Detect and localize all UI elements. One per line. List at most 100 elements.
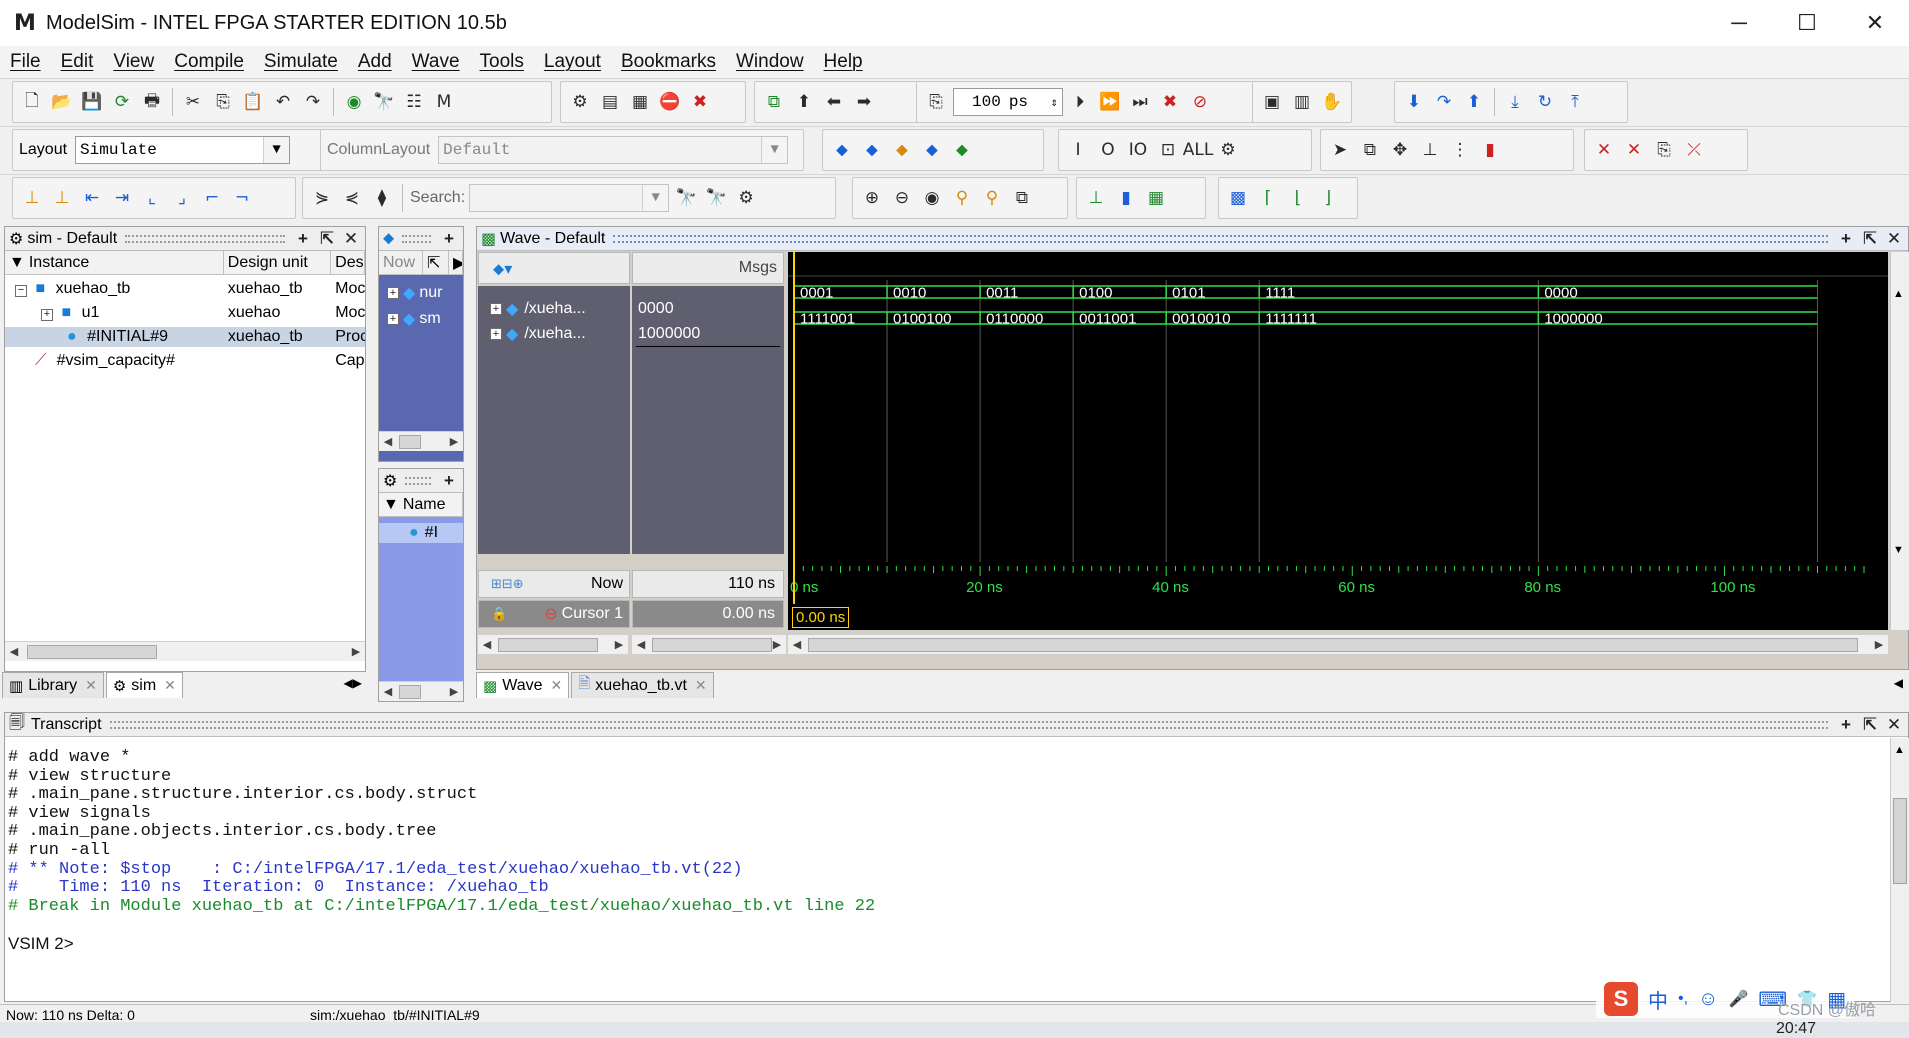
chevron-right-icon[interactable]: ▶ [449,251,463,274]
tab-scroll-icon[interactable]: ◀▶ [344,676,362,690]
scroll-right-icon[interactable]: ▶ [445,433,463,451]
layout-select[interactable]: Simulate ▼ [75,136,291,164]
undock-button[interactable]: ⇱ [1860,229,1880,249]
scroll-left-icon[interactable]: ◀ [5,643,23,661]
menu-edit[interactable]: Edit [61,51,94,73]
wave-fill-icon[interactable]: ▦ [1143,185,1169,211]
menu-view[interactable]: View [113,51,154,73]
scroll-up-icon[interactable]: ▲ [1893,288,1904,300]
collapse-icon[interactable]: − [15,284,27,297]
add-panel-button[interactable]: + [1836,229,1856,249]
processes-hscroll[interactable]: ◀ ▶ [379,681,463,701]
transcript-vscroll[interactable]: ▲ [1890,738,1909,1002]
wave-right-icon[interactable]: ⌋ [1315,185,1341,211]
waveform-svg[interactable]: 0001 0010 0011 0100 0101 1111 0000 1111001 01001… [788,252,1888,630]
menu-simulate[interactable]: Simulate [264,51,338,73]
wave-vscroll[interactable]: ▲ ▼ [1890,252,1909,630]
column-instance[interactable]: ▼ Instance [5,251,224,274]
panel-grip[interactable] [402,234,431,243]
column-layout-select[interactable]: Default ▼ [438,136,789,164]
delete-cursor-icon[interactable]: ✕ [1591,137,1617,163]
internal-filter-icon[interactable]: ⊡ [1155,137,1181,163]
move-icon[interactable]: ✥ [1387,137,1413,163]
add-panel-button[interactable]: + [293,229,313,249]
tab-sim[interactable]: ⚙ sim ✕ [105,672,183,698]
all-filter-icon[interactable]: ALL [1183,137,1214,163]
add-schematic-icon[interactable]: ⬥ [949,137,975,163]
hand-icon[interactable]: ✋ [1319,89,1345,115]
panel-grip[interactable] [405,476,431,485]
find-icon[interactable]: 🔭 [371,89,397,115]
left-arrow-icon[interactable]: ⬅ [821,89,847,115]
zoom-full-icon[interactable]: ◉ [919,185,945,211]
step-over-all-icon[interactable]: ↻ [1532,89,1558,115]
open-folder-icon[interactable]: 📂 [49,89,75,115]
scroll-right-icon[interactable]: ▶ [610,636,628,654]
tab-source-file[interactable]: 🗎 xuehao_tb.vt ✕ [571,672,714,698]
object-item[interactable]: + ◆ nur [379,283,463,303]
maximize-button[interactable]: ☐ [1773,0,1841,46]
signal-row[interactable]: + ◆ /xueha... [490,298,586,320]
column-design-type[interactable]: Des [331,251,365,274]
tab-library[interactable]: ▥ Library ✕ [2,672,104,698]
zoom-out-icon[interactable]: ⊖ [889,185,915,211]
menu-tools[interactable]: Tools [480,51,524,73]
scroll-right-icon[interactable]: ▶ [347,643,365,661]
ime-chinese-mode[interactable]: 中 [1648,985,1668,1014]
paste-icon[interactable]: 📋 [240,89,266,115]
wave-step-icon[interactable]: ⌊ [1285,185,1311,211]
save-icon[interactable]: 💾 [79,89,105,115]
expand-icon[interactable]: + [490,328,502,340]
wave-edge-icon[interactable]: ⊥ [1083,185,1109,211]
zoom-last-icon[interactable]: ⧉ [1009,185,1035,211]
undock-button[interactable]: ⇱ [317,229,337,249]
expand-icon[interactable]: + [490,303,502,315]
process-item[interactable]: ● #I [379,523,463,543]
scroll-thumb[interactable] [399,684,421,699]
print-icon[interactable]: 🖶 [139,89,165,115]
add-list-icon[interactable]: ⬥ [859,137,885,163]
panel-grip[interactable] [109,720,1828,729]
ime-punctuation[interactable]: •, [1678,990,1688,1008]
help-icon[interactable]: ◉ [341,89,367,115]
cursor-label-cell[interactable]: 🔒 ⊖ Cursor 1 [478,600,630,628]
scroll-right-icon[interactable]: ▶ [1870,636,1888,654]
up-arrow-icon[interactable]: ⬆ [791,89,817,115]
edge-icon[interactable]: ⊥ [1417,137,1443,163]
compile-icon[interactable]: ⚙ [567,89,593,115]
close-panel-button[interactable]: ✕ [1884,229,1904,249]
reload-icon[interactable]: ⟳ [109,89,135,115]
scroll-thumb[interactable] [652,637,772,652]
scroll-right-icon[interactable]: ▶ [445,683,463,701]
tree-row[interactable]: − ■ xuehao_tb xuehao_tb Moc [5,279,365,299]
zoom-range-icon[interactable]: ⚲ [979,185,1005,211]
name-hscroll[interactable]: ◀ ▶ [478,634,628,654]
expand-icon[interactable]: + [387,287,399,299]
zoom-cursor-icon[interactable]: ⚲ [949,185,975,211]
sim-hscroll[interactable]: ◀ ▶ [5,641,365,661]
expand-icon[interactable]: + [387,313,399,325]
expand-icon[interactable]: + [41,308,53,321]
copy-signal-icon[interactable]: ⧉ [761,89,787,115]
add-log-icon[interactable]: ⬥ [889,137,915,163]
run-length-input[interactable]: 100 ps ⇕ [953,88,1063,116]
tree-row[interactable]: + ■ u1 xuehao Moc [5,303,365,323]
column-name[interactable]: ▼ Name [379,493,463,516]
scroll-left-icon[interactable]: ◀ [632,636,650,654]
menu-help[interactable]: Help [824,51,863,73]
chevron-down-icon[interactable]: ▼ [263,137,290,163]
zoom-region-icon[interactable]: ⧉ [1357,137,1383,163]
restart-icon[interactable]: ⎘ [923,89,949,115]
cursor-time-box[interactable]: 0.00 ns [792,607,850,628]
wave-left-icon[interactable]: ⌈ [1255,185,1281,211]
wave-bar-icon[interactable]: ▮ [1113,185,1139,211]
run-all-icon[interactable]: ⏭ [1127,89,1153,115]
ime-voice[interactable]: 🎤 [1728,989,1748,1009]
simulate-icon[interactable]: ▦ [627,89,653,115]
value-hscroll[interactable]: ◀ ▶ [632,634,786,654]
scroll-thumb[interactable] [399,434,421,449]
ime-emoji[interactable]: ☺ [1698,988,1718,1011]
search-forward-icon[interactable]: 🔭 [673,185,699,211]
zoom-in-icon[interactable]: ⊕ [859,185,885,211]
undock-button[interactable]: ⇱ [1860,715,1880,735]
